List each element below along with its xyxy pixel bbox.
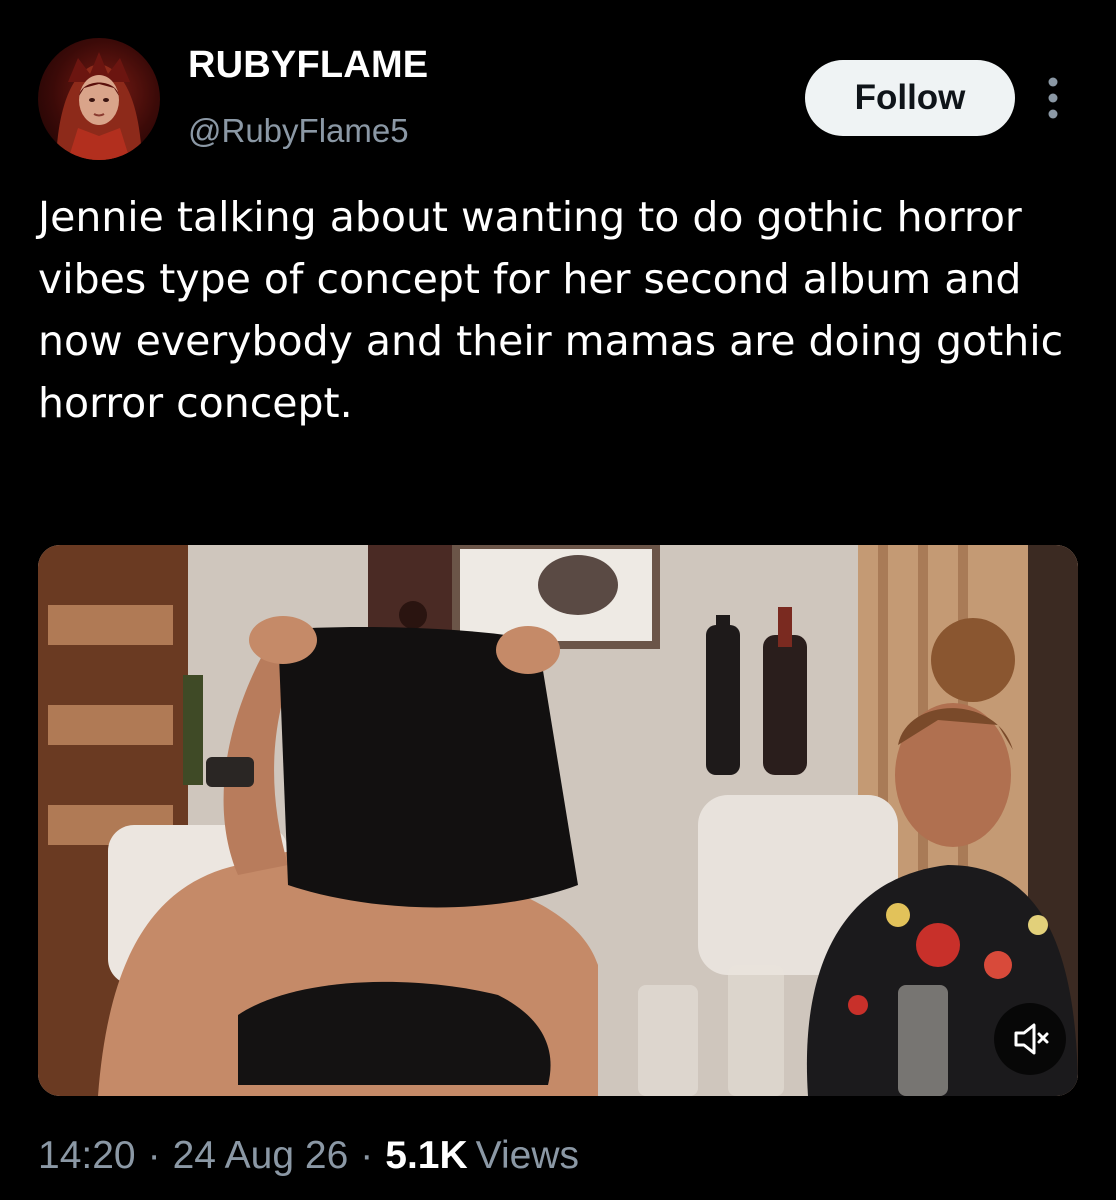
author-display-name[interactable]: RUBYFLAME [188,44,428,87]
video-frame [38,545,1078,1096]
meta-separator: · [360,1134,374,1177]
tweet-meta: 14:20 · 24 Aug 26 · 5.1K Views [38,1134,579,1178]
tweet-text: Jennie talking about wanting to do gothi… [38,193,1064,427]
media-video[interactable] [38,545,1078,1096]
follow-button[interactable]: Follow [805,60,1015,136]
tweet-time[interactable]: 14:20 [38,1134,136,1177]
author-handle[interactable]: @RubyFlame5 [188,112,409,150]
tweet-date[interactable]: 24 Aug 26 [173,1134,349,1177]
more-options-icon[interactable] [1036,74,1070,122]
views-count[interactable]: 5.1K [385,1134,467,1177]
views-label: Views [475,1134,579,1177]
meta-separator: · [147,1134,161,1177]
speaker-muted-icon[interactable] [994,1003,1066,1075]
avatar[interactable] [38,38,160,160]
avatar-image [56,52,142,160]
